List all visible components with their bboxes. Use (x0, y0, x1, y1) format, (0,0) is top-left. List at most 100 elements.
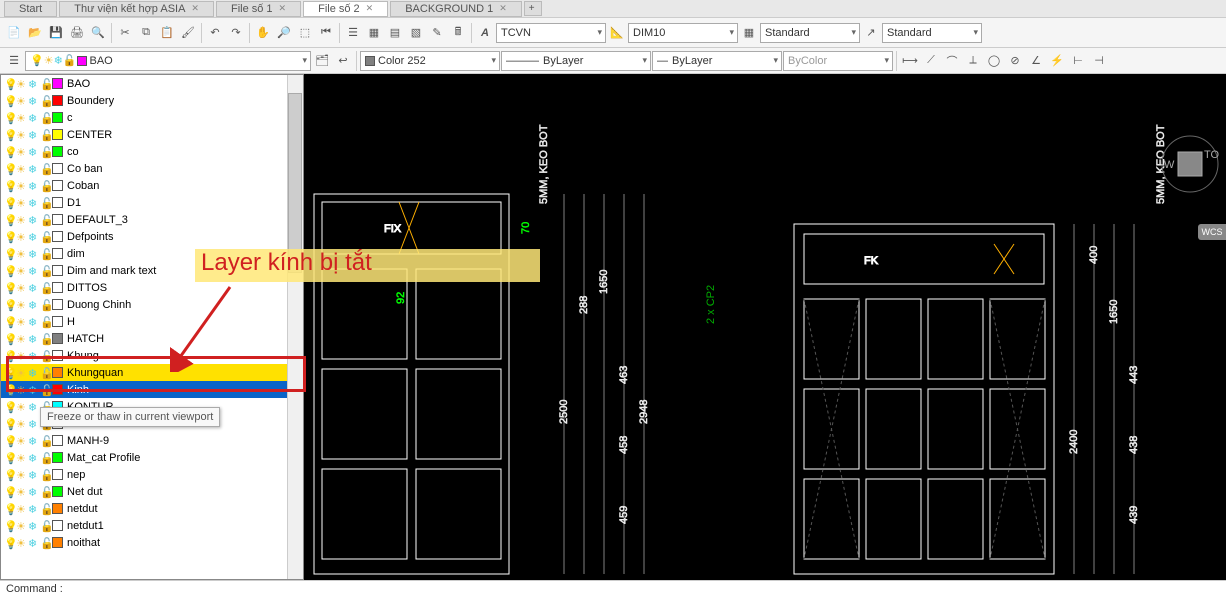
sun-icon[interactable]: ☀ (16, 180, 27, 191)
bulb-icon[interactable]: 💡 (4, 435, 15, 446)
sun-icon[interactable]: ☀ (16, 452, 27, 463)
lock-icon[interactable]: 🔓 (40, 95, 51, 106)
dim-ord-icon[interactable]: ⟂ (963, 51, 983, 71)
sun-icon[interactable]: ☀ (16, 214, 27, 225)
lock-icon[interactable]: 🔓 (40, 129, 51, 140)
color-swatch[interactable] (52, 333, 63, 344)
freeze-vp-icon[interactable]: ❄ (28, 401, 39, 412)
bulb-icon[interactable]: 💡 (4, 418, 15, 429)
bulb-icon[interactable]: 💡 (4, 265, 15, 276)
bulb-icon[interactable]: 💡 (4, 95, 15, 106)
std1-select[interactable]: Standard (760, 23, 860, 43)
dim-aligned-icon[interactable]: ⟋ (921, 51, 941, 71)
props-icon[interactable]: ☰ (343, 23, 363, 43)
layer-row-CENTER[interactable]: 💡☀❄🔓CENTER (1, 126, 303, 143)
layer-list[interactable]: 💡☀❄🔓BAO💡☀❄🔓Boundery💡☀❄🔓c💡☀❄🔓CENTER💡☀❄🔓co… (1, 75, 303, 553)
sun-icon[interactable]: ☀ (16, 78, 27, 89)
table-style-icon[interactable]: ▦ (739, 23, 759, 43)
layer-row-c[interactable]: 💡☀❄🔓c (1, 109, 303, 126)
calc-icon[interactable]: 🖩 (448, 23, 468, 43)
lock-icon[interactable]: 🔓 (40, 537, 51, 548)
layer-states-icon[interactable]: 🗂 (312, 51, 332, 71)
freeze-vp-icon[interactable]: ❄ (28, 146, 39, 157)
zoom-win-icon[interactable]: ⬚ (295, 23, 315, 43)
plotstyle-select[interactable]: ByColor (783, 51, 893, 71)
lock-icon[interactable]: 🔓 (40, 197, 51, 208)
lock-icon[interactable]: 🔓 (40, 452, 51, 463)
bulb-icon[interactable]: 💡 (4, 316, 15, 327)
lock-icon[interactable]: 🔓 (40, 299, 51, 310)
tab-4[interactable]: BACKGROUND 1✕ (390, 1, 522, 17)
color-swatch[interactable] (52, 452, 63, 463)
color-swatch[interactable] (52, 129, 63, 140)
lock-icon[interactable]: 🔓 (40, 333, 51, 344)
freeze-vp-icon[interactable]: ❄ (28, 78, 39, 89)
lock-icon[interactable]: 🔓 (40, 248, 51, 259)
freeze-vp-icon[interactable]: ❄ (28, 435, 39, 446)
sun-icon[interactable]: ☀ (16, 282, 27, 293)
std2-select[interactable]: Standard (882, 23, 982, 43)
freeze-vp-icon[interactable]: ❄ (28, 95, 39, 106)
tab-1[interactable]: Thư viện kết hợp ASIA✕ (59, 1, 214, 17)
bulb-icon[interactable]: 💡 (4, 401, 15, 412)
lock-icon[interactable]: 🔓 (40, 163, 51, 174)
freeze-vp-icon[interactable]: ❄ (28, 486, 39, 497)
lock-icon[interactable]: 🔓 (40, 231, 51, 242)
sheet-set-icon[interactable]: ▧ (406, 23, 426, 43)
sun-icon[interactable]: ☀ (16, 231, 27, 242)
open-icon[interactable]: 📂 (25, 23, 45, 43)
dim-cont-icon[interactable]: ⊣ (1089, 51, 1109, 71)
viewcube[interactable]: WTO (1160, 134, 1220, 194)
freeze-vp-icon[interactable]: ❄ (28, 503, 39, 514)
dim-quick-icon[interactable]: ⚡ (1047, 51, 1067, 71)
layer-row-Net dut[interactable]: 💡☀❄🔓Net dut (1, 483, 303, 500)
layer-row-DEFAULT_3[interactable]: 💡☀❄🔓DEFAULT_3 (1, 211, 303, 228)
zoom-prev-icon[interactable]: ⏮ (316, 23, 336, 43)
sun-icon[interactable]: ☀ (16, 435, 27, 446)
bulb-icon[interactable]: 💡 (4, 112, 15, 123)
freeze-vp-icon[interactable]: ❄ (28, 265, 39, 276)
layer-row-Defpoints[interactable]: 💡☀❄🔓Defpoints (1, 228, 303, 245)
text-style-icon[interactable]: A (475, 23, 495, 43)
match-icon[interactable]: 🖌 (178, 23, 198, 43)
drawing-canvas[interactable]: FIX 70 92 2500 288 1650 (304, 74, 1226, 580)
bulb-icon[interactable]: 💡 (4, 299, 15, 310)
sun-icon[interactable]: ☀ (16, 418, 27, 429)
bulb-icon[interactable]: 💡 (4, 78, 15, 89)
dim-radius-icon[interactable]: ◯ (984, 51, 1004, 71)
pan-icon[interactable]: ✋ (253, 23, 273, 43)
color-swatch[interactable] (52, 163, 63, 174)
color-swatch[interactable] (52, 486, 63, 497)
bulb-icon[interactable]: 💡 (4, 469, 15, 480)
sun-icon[interactable]: ☀ (16, 333, 27, 344)
bulb-icon[interactable]: 💡 (4, 129, 15, 140)
color-swatch[interactable] (52, 214, 63, 225)
freeze-vp-icon[interactable]: ❄ (28, 469, 39, 480)
close-icon[interactable]: ✕ (366, 3, 374, 14)
lock-icon[interactable]: 🔓 (40, 503, 51, 514)
bulb-icon[interactable]: 💡 (4, 248, 15, 259)
color-swatch[interactable] (52, 248, 63, 259)
zoom-rt-icon[interactable]: 🔎 (274, 23, 294, 43)
sun-icon[interactable]: ☀ (16, 129, 27, 140)
sun-icon[interactable]: ☀ (16, 520, 27, 531)
cut-icon[interactable]: ✂ (115, 23, 135, 43)
close-icon[interactable]: ✕ (499, 3, 507, 14)
color-swatch[interactable] (52, 537, 63, 548)
mleader-style-icon[interactable]: ↗ (861, 23, 881, 43)
close-icon[interactable]: ✕ (191, 3, 199, 14)
dim-base-icon[interactable]: ⊢ (1068, 51, 1088, 71)
layer-row-Boundery[interactable]: 💡☀❄🔓Boundery (1, 92, 303, 109)
freeze-vp-icon[interactable]: ❄ (28, 316, 39, 327)
lock-icon[interactable]: 🔓 (40, 146, 51, 157)
freeze-vp-icon[interactable]: ❄ (28, 299, 39, 310)
bulb-icon[interactable]: 💡 (4, 282, 15, 293)
dim-dia-icon[interactable]: ⊘ (1005, 51, 1025, 71)
bulb-icon[interactable]: 💡 (4, 163, 15, 174)
bulb-icon[interactable]: 💡 (4, 180, 15, 191)
lock-icon[interactable]: 🔓 (40, 435, 51, 446)
color-swatch[interactable] (52, 520, 63, 531)
freeze-vp-icon[interactable]: ❄ (28, 197, 39, 208)
bulb-icon[interactable]: 💡 (4, 333, 15, 344)
command-line[interactable]: Command : (0, 580, 1226, 610)
